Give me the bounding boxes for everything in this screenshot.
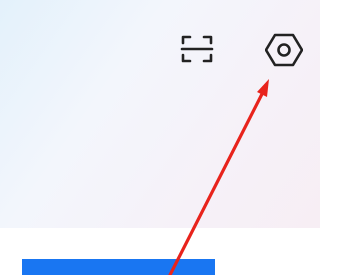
app-header-panel	[0, 0, 320, 228]
settings-icon[interactable]	[265, 31, 303, 69]
primary-action-bar[interactable]	[22, 259, 215, 275]
screenshot	[0, 0, 348, 275]
scan-icon[interactable]	[180, 33, 214, 65]
